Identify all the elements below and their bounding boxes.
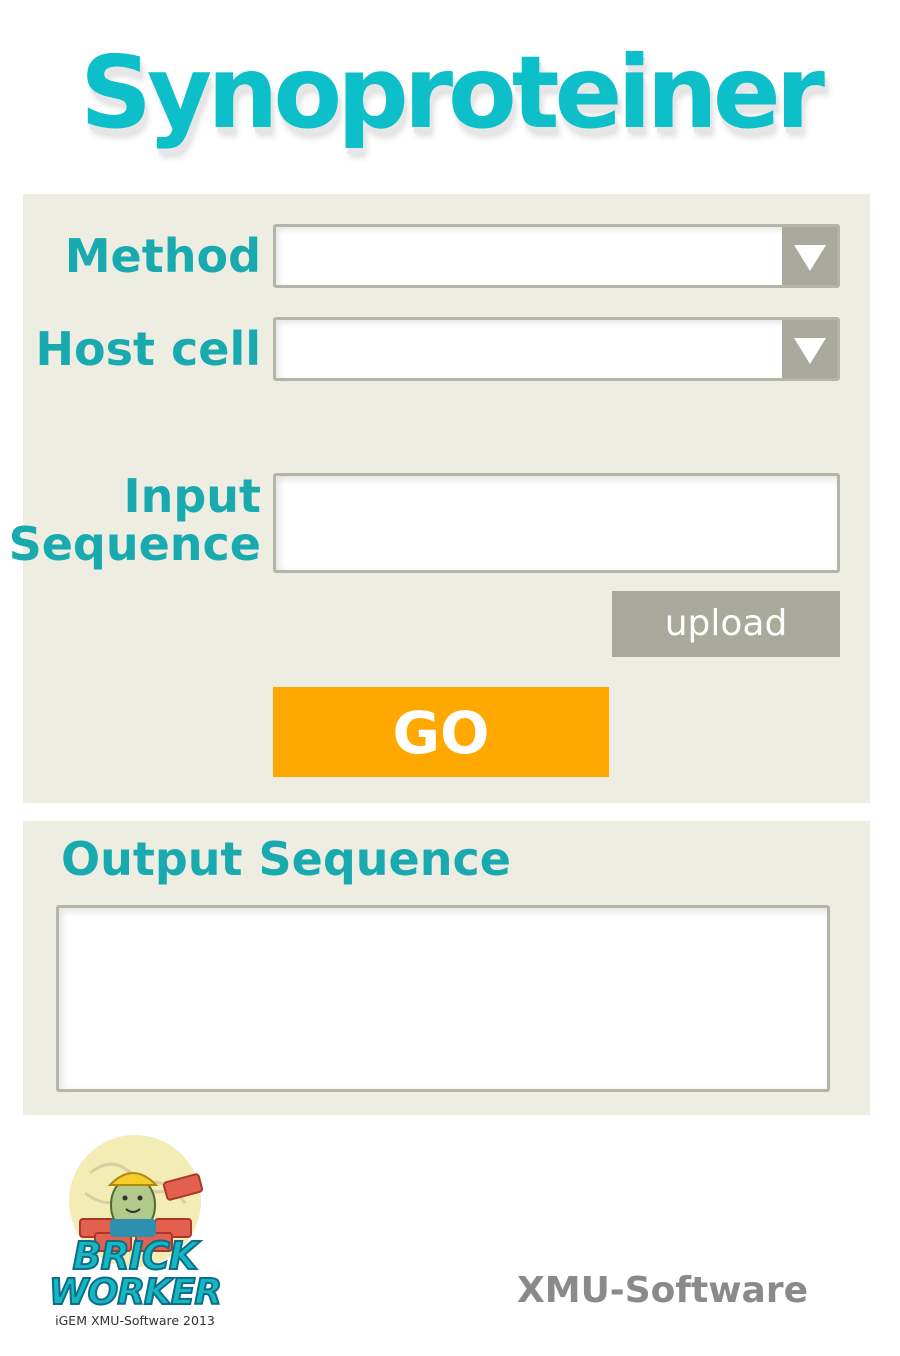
brick-worker-logo: BRICK WORKER iGEM XMU-Software 2013 <box>40 1133 230 1333</box>
input-sequence-field[interactable] <box>273 473 840 573</box>
chevron-down-icon[interactable] <box>782 320 837 378</box>
output-panel: Output Sequence <box>23 821 870 1115</box>
footer-brand: XMU-Software <box>516 1270 808 1311</box>
upload-button[interactable]: upload <box>612 591 840 657</box>
host-cell-label: Host cell <box>35 322 262 376</box>
host-cell-select[interactable] <box>273 317 840 381</box>
chevron-down-icon[interactable] <box>782 227 837 285</box>
input-panel: Method Host cell Input Sequence upload G… <box>9 194 870 803</box>
app-title: Synoproteiner <box>80 34 825 151</box>
output-sequence-field[interactable] <box>56 905 830 1092</box>
logo-text-brick: BRICK <box>72 1234 200 1278</box>
go-button[interactable]: GO <box>273 687 609 777</box>
output-sequence-heading: Output Sequence <box>61 832 511 886</box>
logo-text-worker: WORKER <box>48 1272 223 1314</box>
method-select[interactable] <box>273 224 840 288</box>
logo-tagline: iGEM XMU-Software 2013 <box>55 1313 215 1328</box>
input-sequence-label: Input Sequence <box>8 469 261 571</box>
method-label: Method <box>64 229 261 283</box>
